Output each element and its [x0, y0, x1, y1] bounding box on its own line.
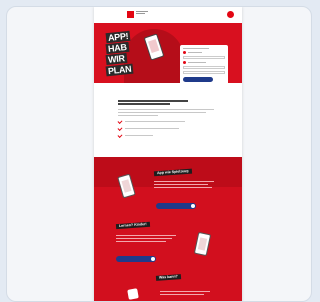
- intro-text: [118, 115, 158, 116]
- section-tag-2: Lernen? Kinder!: [115, 221, 150, 230]
- hero-title: APP! HAB WIR PLAN: [105, 30, 138, 77]
- hero-title-line-3: WIR: [105, 52, 128, 66]
- check-icon: [117, 126, 123, 131]
- section-text: [116, 235, 176, 236]
- phone-icon: [127, 288, 139, 300]
- radio-icon: [183, 61, 186, 64]
- features-section: App wie Spielzeug Lernen? Kinder! Was ka…: [94, 157, 242, 301]
- section-text: [116, 238, 172, 239]
- logo-wordmark: [136, 11, 150, 14]
- hero-title-line-4: PLAN: [105, 63, 134, 77]
- preview-card: APP! HAB WIR PLAN App wie Spielzeug Lern…: [6, 6, 312, 302]
- intro-heading: [118, 100, 188, 105]
- login-field-3[interactable]: [183, 71, 225, 74]
- section-tag-3: Was kann?: [155, 274, 181, 281]
- intro-section: [117, 100, 218, 138]
- login-field-1[interactable]: [183, 56, 225, 59]
- hero-banner: APP! HAB WIR PLAN: [94, 23, 242, 83]
- section-text: [154, 187, 212, 188]
- logo-icon[interactable]: [127, 11, 134, 18]
- feature-item-1: [117, 119, 218, 124]
- login-panel-heading: [183, 48, 225, 49]
- check-icon: [117, 119, 123, 124]
- login-panel: [180, 45, 228, 83]
- login-option-1[interactable]: [183, 51, 225, 54]
- site-header: [94, 7, 242, 23]
- radio-icon: [183, 51, 186, 54]
- section-button-2[interactable]: [116, 256, 156, 262]
- intro-text: [118, 109, 214, 110]
- feature-item-2: [117, 126, 218, 131]
- check-icon: [117, 133, 123, 138]
- intro-text: [118, 112, 206, 113]
- login-field-2[interactable]: [183, 66, 225, 69]
- section-text: [160, 294, 204, 295]
- feature-item-3: [117, 133, 218, 138]
- section-text: [154, 184, 208, 185]
- login-button[interactable]: [183, 77, 213, 82]
- section-text: [154, 181, 214, 182]
- login-option-2[interactable]: [183, 61, 225, 64]
- section-text: [160, 291, 210, 292]
- section-button-1[interactable]: [156, 203, 196, 209]
- website-preview[interactable]: APP! HAB WIR PLAN App wie Spielzeug Lern…: [94, 7, 242, 301]
- section-text: [116, 241, 166, 242]
- phone-icon: [193, 231, 212, 257]
- menu-icon[interactable]: [227, 11, 234, 18]
